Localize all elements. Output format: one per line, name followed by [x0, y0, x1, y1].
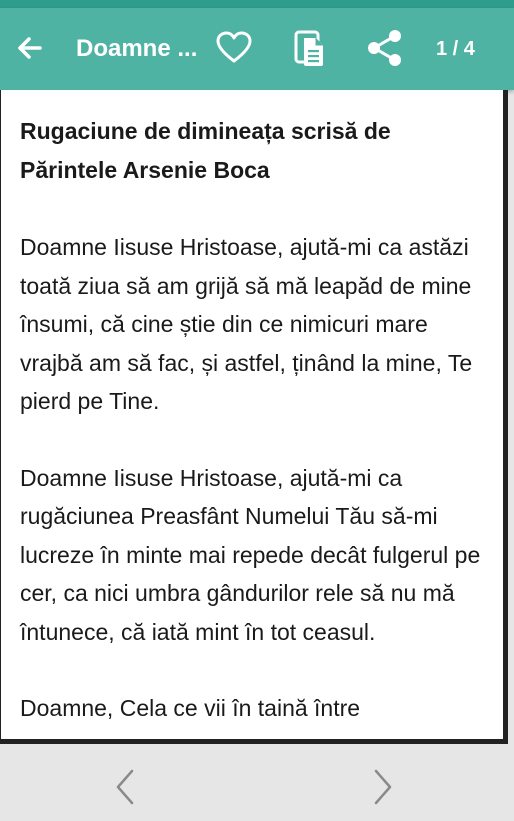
- app-bar: Doamne ... 1 / 4: [0, 8, 514, 90]
- heart-outline-icon[interactable]: [214, 28, 254, 68]
- bottom-nav: [0, 749, 514, 821]
- prayer-content: Rugaciune de dimineața scrisă de Părinte…: [20, 112, 490, 739]
- prayer-heading: Rugaciune de dimineața scrisă de Părinte…: [20, 118, 391, 183]
- share-icon[interactable]: [364, 26, 406, 70]
- copy-document-icon[interactable]: [290, 26, 330, 70]
- prayer-paragraph: Doamne, Cela ce vii în taină între: [20, 695, 361, 721]
- chevron-right-icon[interactable]: [366, 767, 400, 807]
- prayer-paragraph: Doamne Iisuse Hristoase, ajută-mi ca rug…: [20, 464, 481, 645]
- prayer-card[interactable]: Rugaciune de dimineața scrisă de Părinte…: [0, 90, 508, 744]
- page-counter: 1 / 4: [436, 38, 475, 60]
- prayer-paragraph: Doamne Iisuse Hristoase, ajută-mi ca ast…: [20, 234, 473, 414]
- status-bar: [0, 0, 514, 8]
- chevron-left-icon[interactable]: [108, 767, 142, 807]
- page-title: Doamne ...: [76, 35, 198, 62]
- arrow-back-icon[interactable]: [14, 30, 54, 66]
